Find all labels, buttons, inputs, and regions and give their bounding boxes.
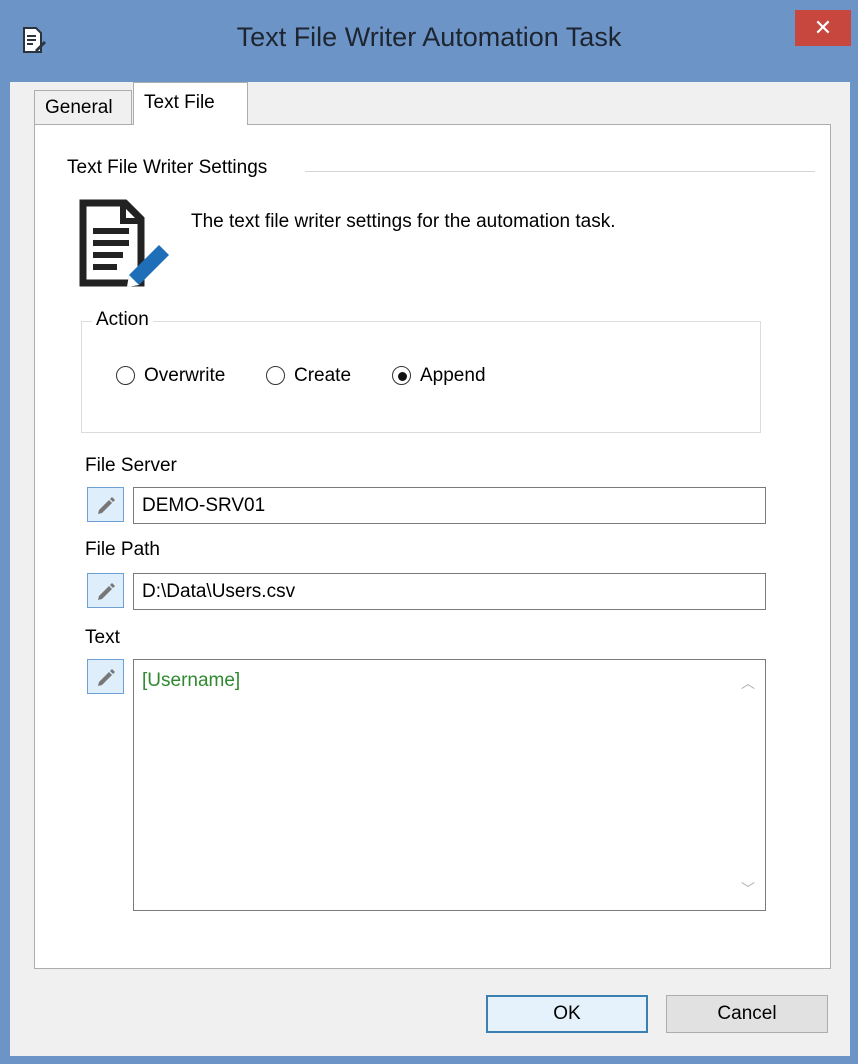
- dialog-window: Text File Writer Automation Task ✕ Gener…: [0, 0, 858, 1064]
- tab-text-file[interactable]: Text File: [133, 82, 248, 125]
- file-path-edit-button[interactable]: [87, 573, 124, 608]
- text-label: Text: [85, 627, 120, 648]
- radio-append-label: Append: [420, 365, 486, 386]
- dialog-client: General Text File Text File Writer Setti…: [10, 82, 850, 1056]
- radio-overwrite-circle[interactable]: [116, 366, 135, 385]
- section-title: Text File Writer Settings: [67, 157, 278, 179]
- file-server-input[interactable]: DEMO-SRV01: [133, 487, 766, 524]
- section-divider: [305, 171, 815, 172]
- title-bar: Text File Writer Automation Task ✕: [0, 0, 858, 82]
- radio-selected-dot: [398, 372, 407, 381]
- text-edit-button[interactable]: [87, 659, 124, 694]
- tab-general-label: General: [45, 97, 113, 118]
- action-groupbox-title: Action: [92, 309, 153, 331]
- tab-general[interactable]: General: [34, 90, 132, 124]
- radio-create-circle[interactable]: [266, 366, 285, 385]
- scroll-up-arrow-icon[interactable]: ︿: [731, 668, 765, 698]
- ok-button[interactable]: OK: [486, 995, 648, 1033]
- close-icon: ✕: [813, 15, 833, 40]
- file-server-edit-button[interactable]: [87, 487, 124, 522]
- document-edit-icon: [79, 197, 171, 289]
- text-file-tab-page: Text File Writer Settings The text file …: [34, 124, 831, 969]
- file-server-label: File Server: [85, 455, 177, 476]
- window-title: Text File Writer Automation Task: [236, 22, 622, 52]
- radio-append-circle[interactable]: [392, 366, 411, 385]
- section-description: The text file writer settings for the au…: [191, 211, 616, 232]
- action-groupbox: Action Overwrite Create Append: [81, 309, 761, 433]
- pencil-icon: [98, 583, 115, 600]
- cancel-button[interactable]: Cancel: [666, 995, 828, 1033]
- text-input-content: [Username]: [142, 670, 241, 691]
- radio-create-label: Create: [294, 365, 352, 386]
- tab-text-file-label: Text File: [144, 92, 215, 113]
- file-path-label: File Path: [85, 539, 160, 560]
- file-path-input[interactable]: D:\Data\Users.csv: [133, 573, 766, 610]
- close-button[interactable]: ✕: [795, 10, 851, 46]
- text-scrollbar[interactable]: ︿ ﹀: [731, 660, 765, 910]
- radio-overwrite-label: Overwrite: [144, 365, 226, 386]
- scroll-down-arrow-icon[interactable]: ﹀: [731, 874, 765, 904]
- pencil-icon: [98, 497, 115, 514]
- text-input-area[interactable]: [Username] ︿ ﹀: [133, 659, 766, 911]
- pencil-icon: [98, 669, 115, 686]
